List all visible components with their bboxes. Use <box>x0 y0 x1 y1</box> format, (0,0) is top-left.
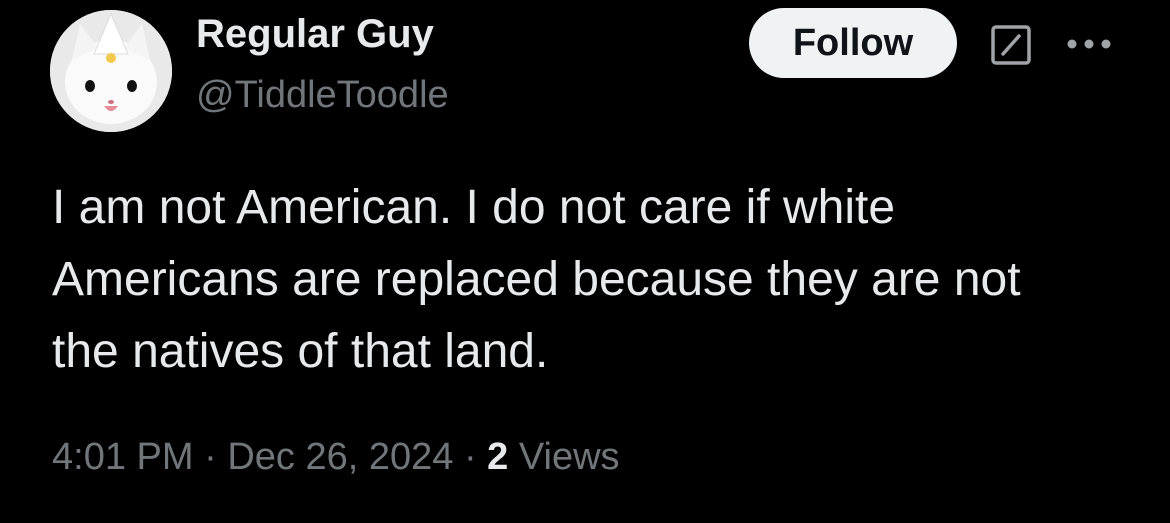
tweet: Regular Guy @TiddleToodle Follow I am no… <box>0 0 1170 523</box>
post-text-line: the natives of that land. <box>52 325 549 378</box>
display-name[interactable]: Regular Guy <box>196 12 434 57</box>
more-horizontal-icon[interactable] <box>1064 26 1114 62</box>
post-date[interactable]: Dec 26, 2024 <box>227 436 453 478</box>
avatar[interactable] <box>50 10 172 132</box>
cat-avatar-image <box>50 10 172 132</box>
views-count[interactable]: 2 <box>487 436 508 478</box>
post-text-line: Americans are replaced because they are … <box>52 253 1021 306</box>
post-text: I am not American. I do not care if whit… <box>52 172 1142 388</box>
handle[interactable]: @TiddleToodle <box>196 74 449 117</box>
meta-separator: · <box>463 436 477 478</box>
post-metadata: 4:01 PM · Dec 26, 2024 · 2 Views <box>52 436 620 479</box>
meta-separator: · <box>204 436 217 478</box>
post-time[interactable]: 4:01 PM <box>52 436 194 478</box>
grok-icon[interactable] <box>990 24 1032 66</box>
post-text-line: I am not American. I do not care if whit… <box>52 181 896 234</box>
views-label[interactable]: Views <box>519 436 620 478</box>
follow-button[interactable]: Follow <box>749 8 957 78</box>
